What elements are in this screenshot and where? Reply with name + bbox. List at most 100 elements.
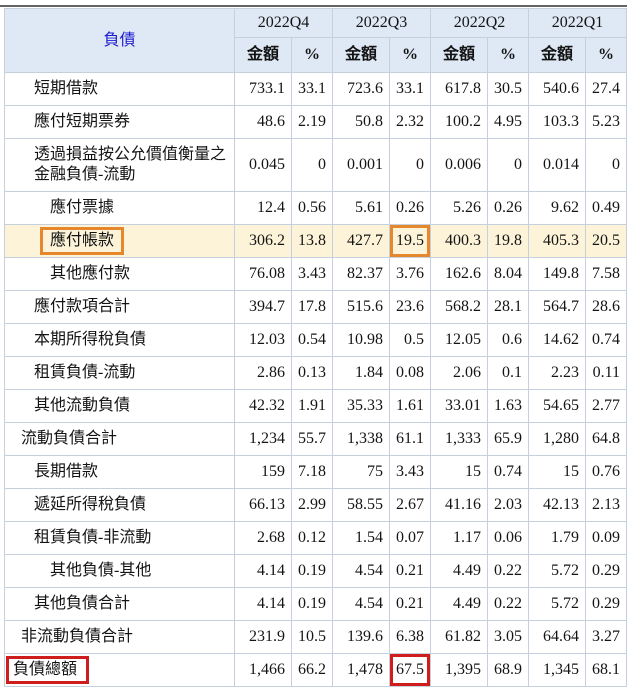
- row-label: 流動負債合計: [21, 430, 118, 447]
- value-cell: 64.8: [585, 422, 627, 456]
- table-row: 應付帳款 306.2 13.8 427.7 19.5 400.3 19.8 405.3 20.5: [4, 224, 627, 258]
- row-label-cell: 租賃負債-非流動: [4, 521, 235, 555]
- value-cell: 0.29: [585, 554, 627, 588]
- value-cell: 66.2: [291, 653, 333, 687]
- value-cell: 2.99: [291, 488, 333, 522]
- value-cell: 33.1: [291, 72, 333, 106]
- value-cell: 3.43: [291, 257, 333, 291]
- table-row: 短期借款 733.1 33.1 723.6 33.1 617.8 30.5 540.6 27.4: [4, 72, 627, 106]
- value-cell: 14.62: [528, 323, 586, 357]
- value-cell: 394.7: [234, 290, 292, 324]
- value-cell: 1,333: [430, 422, 488, 456]
- liabilities-corner-label[interactable]: 負債: [4, 8, 235, 73]
- row-label-cell: 長期借款: [4, 455, 235, 489]
- value-cell: 159: [234, 455, 292, 489]
- value-cell: 42.32: [234, 389, 292, 423]
- value-cell: 50.8: [332, 105, 390, 139]
- value-cell: 0.21: [389, 587, 431, 621]
- value-cell: 0.07: [389, 521, 431, 555]
- value-cell: 61.1: [389, 422, 431, 456]
- value-cell: 400.3: [430, 224, 488, 258]
- value-cell: 7.58: [585, 257, 627, 291]
- row-label-cell: 本期所得稅負債: [4, 323, 235, 357]
- value-cell: 4.54: [332, 587, 390, 621]
- percent-subheader: %: [585, 37, 627, 73]
- table-row: 長期借款 159 7.18 75 3.43 15 0.74 15 0.76: [4, 455, 627, 489]
- value-cell: 5.72: [528, 554, 586, 588]
- value-cell: 2.77: [585, 389, 627, 423]
- value-cell: 0.26: [389, 191, 431, 225]
- value-cell: 0.006: [430, 138, 488, 192]
- value-cell: 42.13: [528, 488, 586, 522]
- value-cell: 0.56: [291, 191, 333, 225]
- value-cell: 0.09: [585, 521, 627, 555]
- value-cell: 4.49: [430, 554, 488, 588]
- value-cell: 2.86: [234, 356, 292, 390]
- value-cell: 33.01: [430, 389, 488, 423]
- value-cell: 103.3: [528, 105, 586, 139]
- value-cell: 12.4: [234, 191, 292, 225]
- value-cell: 231.9: [234, 620, 292, 654]
- value-cell: 1,234: [234, 422, 292, 456]
- value-cell: 1,395: [430, 653, 488, 687]
- value-cell: 1,280: [528, 422, 586, 456]
- amount-subheader: 金額: [332, 37, 390, 73]
- value-cell: 5.72: [528, 587, 586, 621]
- value-cell: 139.6: [332, 620, 390, 654]
- value-cell: 0.12: [291, 521, 333, 555]
- value-cell: 5.26: [430, 191, 488, 225]
- value-cell: 12.05: [430, 323, 488, 357]
- value-cell: 27.4: [585, 72, 627, 106]
- value-cell: 15: [430, 455, 488, 489]
- value-cell: 1,466: [234, 653, 292, 687]
- value-cell: 5.23: [585, 105, 627, 139]
- value-cell: 3.76: [389, 257, 431, 291]
- value-cell: 405.3: [528, 224, 586, 258]
- row-label-cell: 負債總額: [4, 653, 235, 687]
- value-cell: 162.6: [430, 257, 488, 291]
- table-row: 其他負債-其他 4.14 0.19 4.54 0.21 4.49 0.22 5.72 0.29: [4, 554, 627, 588]
- value-cell: 1.54: [332, 521, 390, 555]
- value-cell: 1.91: [291, 389, 333, 423]
- value-cell: 0: [389, 138, 431, 192]
- value-cell: 0.11: [585, 356, 627, 390]
- value-cell: 427.7: [332, 224, 390, 258]
- value-cell: 0.6: [487, 323, 529, 357]
- row-label: 應付短期票券: [34, 113, 131, 130]
- value-cell: 48.6: [234, 105, 292, 139]
- value-cell: 64.64: [528, 620, 586, 654]
- value-cell: 1.79: [528, 521, 586, 555]
- value-cell: 33.1: [389, 72, 431, 106]
- row-label-cell: 應付款項合計: [4, 290, 235, 324]
- value-cell: 0.74: [585, 323, 627, 357]
- value-cell: 82.37: [332, 257, 390, 291]
- value-cell: 6.38: [389, 620, 431, 654]
- value-cell: 3.43: [389, 455, 431, 489]
- value-cell: 0.21: [389, 554, 431, 588]
- value-cell: 2.06: [430, 356, 488, 390]
- value-cell: 0.22: [487, 587, 529, 621]
- value-cell: 68.9: [487, 653, 529, 687]
- value-cell: 4.14: [234, 587, 292, 621]
- row-label: 應付款項合計: [34, 298, 131, 315]
- value-cell: 2.23: [528, 356, 586, 390]
- value-cell: 41.16: [430, 488, 488, 522]
- value-cell: 149.8: [528, 257, 586, 291]
- table-row: 應付票據 12.4 0.56 5.61 0.26 5.26 0.26 9.62 0.49: [4, 191, 627, 225]
- value-cell: 68.1: [585, 653, 627, 687]
- value-cell: 0: [487, 138, 529, 192]
- value-cell: 0.76: [585, 455, 627, 489]
- value-cell: 58.55: [332, 488, 390, 522]
- value-cell: 0.06: [487, 521, 529, 555]
- row-label: 本期所得稅負債: [34, 331, 147, 348]
- value-cell: 10.98: [332, 323, 390, 357]
- row-label-cell: 其他負債-其他: [4, 554, 235, 588]
- row-label-cell: 遞延所得稅負債: [4, 488, 235, 522]
- value-cell: 2.68: [234, 521, 292, 555]
- value-cell: 0.19: [291, 554, 333, 588]
- value-cell: 5.61: [332, 191, 390, 225]
- value-cell: 723.6: [332, 72, 390, 106]
- amount-subheader: 金額: [528, 37, 586, 73]
- value-cell: 1.63: [487, 389, 529, 423]
- value-cell: 564.7: [528, 290, 586, 324]
